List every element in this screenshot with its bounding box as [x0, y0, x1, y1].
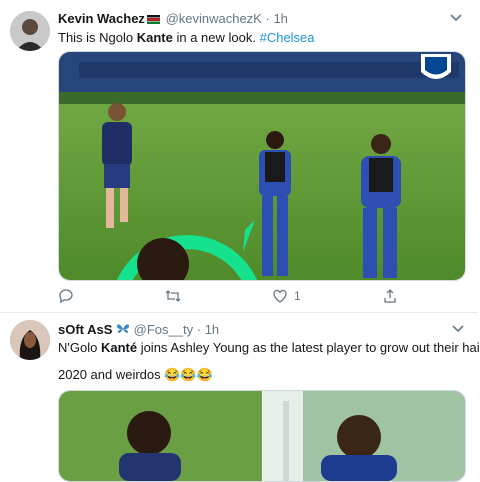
author-handle[interactable]: @Fos__ty	[134, 322, 193, 337]
author-name[interactable]: Kevin Wachez	[58, 11, 145, 26]
author-handle[interactable]: @kevinwachezK	[166, 11, 262, 26]
share-button[interactable]	[382, 288, 398, 304]
kante-photos	[59, 391, 465, 481]
tweet-media-photos[interactable]	[58, 390, 466, 482]
avatar[interactable]	[10, 11, 50, 51]
tweet-kevin[interactable]: Kevin Wachez @kevinwachezK · 1h This is …	[0, 0, 478, 313]
tweet-text: N'Golo Kanté joins Ashley Young as the l…	[58, 340, 480, 355]
tweet-header: sOft AsS @Fos__ty · 1h	[58, 322, 220, 337]
reply-icon	[59, 289, 73, 304]
retweet-button[interactable]	[164, 288, 182, 304]
like-button[interactable]: 1	[272, 288, 301, 304]
timestamp[interactable]: 1h	[205, 322, 219, 337]
chevron-down-icon[interactable]	[450, 14, 462, 22]
avatar[interactable]	[10, 320, 50, 360]
like-icon	[273, 289, 287, 303]
like-count: 1	[294, 289, 301, 303]
avatar-photo	[10, 11, 50, 51]
training-photo	[59, 52, 465, 280]
retweet-icon	[165, 290, 181, 302]
hashtag-link[interactable]: #Chelsea	[260, 30, 315, 45]
chevron-down-icon[interactable]	[452, 325, 464, 333]
tweet-header: Kevin Wachez @kevinwachezK · 1h	[58, 11, 288, 26]
tweet-actions: 1	[58, 288, 458, 306]
share-icon	[384, 289, 396, 303]
author-name[interactable]: sOft AsS	[58, 322, 112, 337]
kenya-flag-icon	[146, 15, 160, 25]
tweet-text-line2: 2020 and weirdos 😂😂😂	[58, 367, 213, 382]
timestamp[interactable]: 1h	[273, 11, 287, 26]
reply-button[interactable]	[58, 288, 74, 304]
avatar-photo	[10, 320, 50, 360]
butterfly-icon	[117, 324, 130, 333]
tweet-text: This is Ngolo Kante in a new look. #Chel…	[58, 30, 315, 45]
tweet-media-photo[interactable]	[58, 51, 466, 281]
